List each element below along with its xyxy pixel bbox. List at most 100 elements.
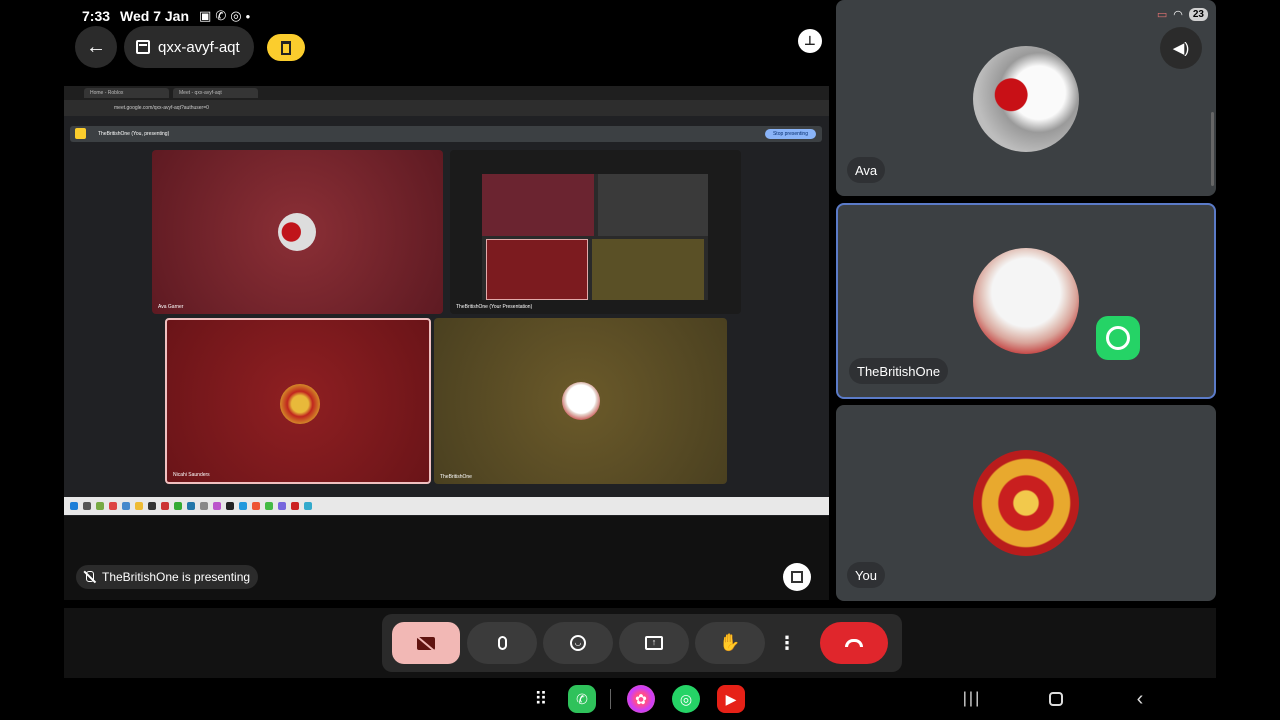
present-screen-button[interactable]: ↑ [619,622,689,664]
browser-url: meet.google.com/qxx-avyf-aqt?authuser=0 [114,105,209,111]
meeting-info-chip[interactable]: qxx-avyf-aqt [124,26,254,68]
more-notifications-icon: • [245,8,251,24]
browser-tab-strip: Home - Roblox Meet - qxx-avyf-aqt [64,86,829,100]
shared-taskbar [64,497,829,515]
shared-tile-british: TheBritishOne [434,318,727,484]
phone-app-icon[interactable]: ✆ [568,685,596,713]
android-nav-bar: ⠿ ✆ ✿ ◎ ▶ ||| ‹ [64,678,1216,720]
calendar-icon [136,40,150,54]
mic-off-icon [82,570,96,584]
shared-stop-presenting: Stop presenting [764,129,816,139]
whatsapp-icon [1096,316,1140,360]
participant-tile-thebritishone[interactable]: TheBritishOne [836,203,1216,399]
taskbar-app-icon [226,502,234,510]
arrow-left-icon: ← [86,35,106,58]
taskbar-app-icon [252,502,260,510]
meet-logo-icon [75,128,86,139]
taskbar-app-icon [304,502,312,510]
nested-tile [592,239,704,300]
presenting-text: TheBritishOne is presenting [102,570,251,584]
taskbar-app-icon [122,502,130,510]
shared-tile-presentation: TheBritishOne (Your Presentation) [450,150,741,314]
shared-tile-ava: Ava Garner [152,150,443,314]
taskbar-app-icon [174,502,182,510]
taskbar-app-icon [291,502,299,510]
hand-icon: ✋ [719,633,741,652]
participant-tile-you[interactable]: You [836,405,1216,601]
avatar [973,46,1079,152]
end-call-button[interactable] [820,622,888,664]
speaker-button[interactable]: ◀) [1160,27,1202,69]
shared-tile-nicahi: Nicahi Saunders [165,318,431,484]
taskbar-app-icon [109,502,117,510]
browser-tab: Home - Roblox [84,88,169,98]
home-button[interactable] [1044,688,1068,710]
participant-name: TheBritishOne [849,358,949,384]
tile-name: Nicahi Saunders [173,472,210,478]
participant-name: Ava [847,157,886,183]
reactions-button[interactable]: ◡ [543,622,613,664]
participant-scrollbar[interactable] [1211,112,1214,186]
youtube-app-icon[interactable]: ▶ [717,685,745,713]
shared-screen-content: Home - Roblox Meet - qxx-avyf-aqt meet.g… [64,86,829,516]
door-icon [281,40,291,55]
controls-group: ◡ ↑ ✋ ⋮ [382,614,902,672]
speaker-icon: ◀) [1172,40,1190,57]
meeting-code: qxx-avyf-aqt [158,38,240,56]
tile-name: TheBritishOne (Your Presentation) [456,304,533,310]
call-control-bar: ◡ ↑ ✋ ⋮ [64,608,1216,678]
nested-screen [482,174,708,300]
nested-tile [598,174,708,236]
shared-meet-bar: TheBritishOne (You, presenting) Stop pre… [70,126,822,142]
avatar [973,450,1079,556]
meet-screen: 7:33 Wed 7 Jan ▣ ✆ ◎ • ▭ ◠ 23 ← qxx-avyf… [64,0,1216,720]
camera-toggle-button[interactable] [392,622,460,664]
system-back-button[interactable]: ‹ [1128,688,1152,710]
notification-icons: ▣ ✆ ◎ • [199,8,250,24]
taskbar-app-icon [135,502,143,510]
battery-icon: 23 [1188,8,1208,21]
meeting-room-button[interactable] [267,34,305,61]
fullscreen-icon [791,571,803,583]
emoji-icon: ◡ [570,635,586,651]
whatsapp-notification-icon: ◎ [230,8,242,23]
participant-name: You [847,562,885,588]
screen-record-icon: ▣ [199,8,212,23]
microphone-button[interactable] [467,622,537,664]
nested-tile [486,239,588,300]
app-drawer-icon[interactable]: ⠿ [527,685,555,713]
taskbar-app-icon [187,502,195,510]
more-vert-icon: ⋮ [778,632,796,653]
wifi-icon: ◠ [1173,9,1183,21]
taskbar-app-icon [83,502,91,510]
tile-name: TheBritishOne [440,474,472,480]
taskbar-app-icon [213,502,221,510]
browser-tab: Meet - qxx-avyf-aqt [173,88,258,98]
taskbar-app-icon [265,502,273,510]
back-button[interactable]: ← [75,26,117,68]
whatsapp-app-icon[interactable]: ◎ [672,685,700,713]
tile-name: Ava Garner [158,304,184,310]
recents-button[interactable]: ||| [960,688,984,710]
taskbar-app-icon [148,502,156,510]
avatar [278,213,316,251]
microphone-icon [497,636,507,650]
taskbar-app-icon [200,502,208,510]
avatar [280,384,320,424]
fullscreen-button[interactable] [783,563,811,591]
system-status: ▭ ◠ 23 [1157,8,1208,21]
more-options-button[interactable]: ⋮ [771,622,803,664]
browser-address-bar: meet.google.com/qxx-avyf-aqt?authuser=0 [64,100,829,116]
home-icon [1049,692,1063,706]
pin-button[interactable]: ⊥ [798,29,822,53]
taskbar-app-icon [96,502,104,510]
raise-hand-button[interactable]: ✋ [695,622,765,664]
present-icon: ↑ [645,636,663,650]
dock-divider [610,689,611,709]
gallery-app-icon[interactable]: ✿ [627,685,655,713]
presenting-notice: TheBritishOne is presenting [76,565,259,589]
taskbar-app-icon [239,502,247,510]
pin-icon: ⊥ [804,33,816,48]
participant-tile-ava[interactable]: ◀) Ava [836,0,1216,196]
taskbar-app-icon [161,502,169,510]
